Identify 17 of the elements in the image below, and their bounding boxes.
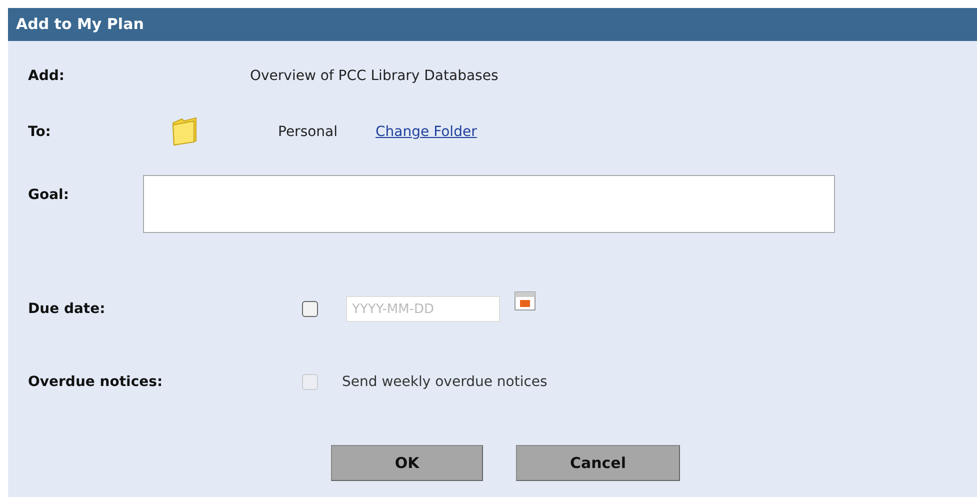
goal-field[interactable]: [143, 175, 835, 233]
checkbox[interactable]: [302, 301, 318, 317]
field-label: Due date:: [28, 301, 106, 317]
field-label: Add:: [28, 68, 66, 84]
window-title: Add to My Plan: [8, 8, 977, 41]
checkbox-label: Send weekly overdue notices: [342, 374, 548, 390]
field-label: To:: [28, 124, 52, 140]
field-label: Overdue notices:: [28, 374, 164, 390]
calendar-icon[interactable]: [514, 289, 536, 311]
ok-button[interactable]: OK: [331, 445, 483, 481]
folder-icon: [170, 117, 198, 147]
cancel-button[interactable]: Cancel: [516, 445, 680, 481]
change-folder-link[interactable]: Change Folder: [376, 124, 477, 140]
item-title: Overview of PCC Library Databases: [250, 68, 498, 84]
folder-name: Personal: [278, 124, 338, 140]
date-field[interactable]: YYYY-MM-DD: [346, 296, 500, 322]
field-label: Goal:: [28, 187, 70, 203]
